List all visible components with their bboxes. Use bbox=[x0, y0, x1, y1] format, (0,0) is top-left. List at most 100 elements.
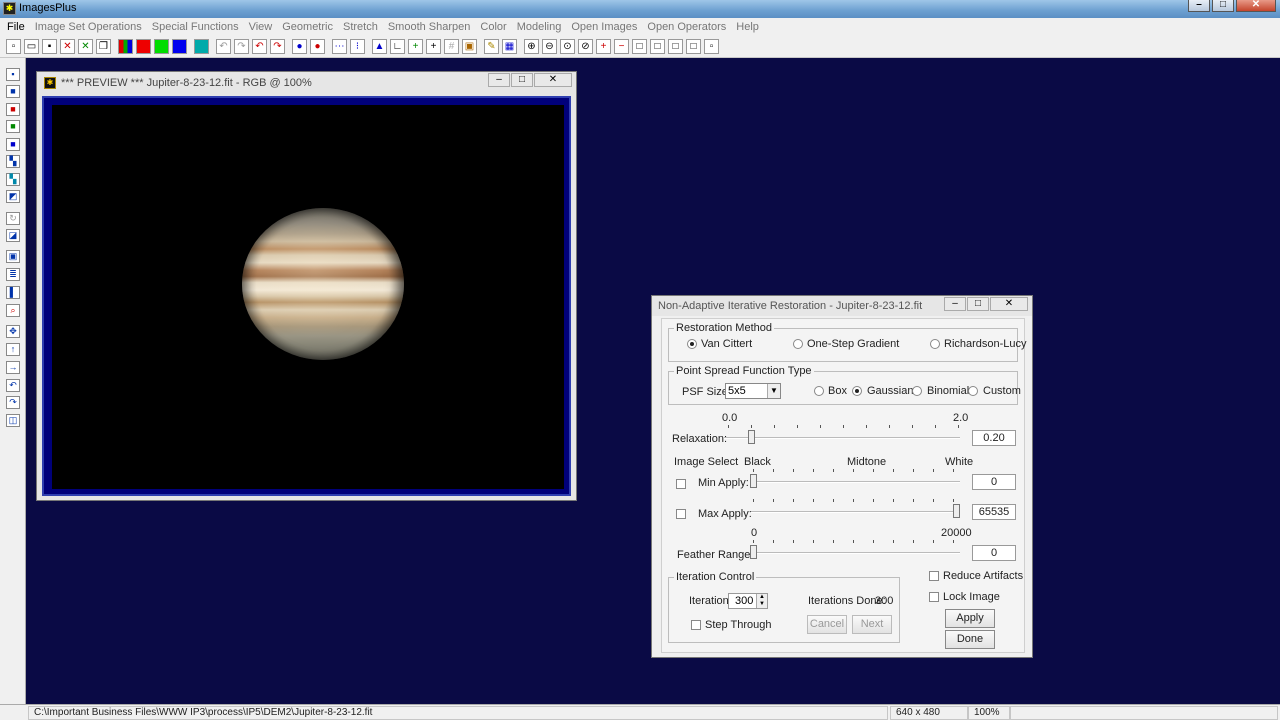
select-tool-icon[interactable]: ▣ bbox=[6, 250, 20, 263]
min-apply-slider-track[interactable] bbox=[751, 481, 960, 483]
frame-icon-4[interactable]: □ bbox=[686, 39, 701, 54]
green-tool-icon[interactable]: ■ bbox=[6, 120, 20, 133]
frame-icon-2[interactable]: □ bbox=[650, 39, 665, 54]
maximize-button[interactable]: □ bbox=[1212, 0, 1234, 12]
black-point-icon[interactable]: ■ bbox=[6, 85, 20, 98]
dotted-line-icon[interactable]: ⋯ bbox=[332, 39, 347, 54]
record-icon[interactable]: ● bbox=[292, 39, 307, 54]
diagonal-tool-icon[interactable]: ◪ bbox=[6, 229, 20, 242]
open-folder-icon[interactable]: ▭ bbox=[24, 39, 39, 54]
radio-box[interactable] bbox=[814, 386, 824, 396]
zoom-tool-icon[interactable]: ⌕ bbox=[6, 304, 20, 317]
close-image-icon[interactable]: ✕ bbox=[60, 39, 75, 54]
rgb-channels-icon[interactable] bbox=[118, 39, 133, 54]
dialog-maximize-button[interactable]: □ bbox=[967, 297, 989, 311]
menu-smooth-sharpen[interactable]: Smooth Sharpen bbox=[383, 21, 476, 33]
radio-van-cittert[interactable] bbox=[687, 339, 697, 349]
grid-icon[interactable] bbox=[194, 39, 209, 54]
done-button[interactable]: Done bbox=[945, 630, 995, 649]
pencil-icon[interactable]: ✎ bbox=[484, 39, 499, 54]
relaxation-slider-track[interactable] bbox=[724, 437, 960, 439]
save-tool-icon[interactable]: ▪ bbox=[6, 68, 20, 81]
dialog-title-bar[interactable]: Non-Adaptive Iterative Restoration - Jup… bbox=[652, 296, 1032, 316]
rotate-right-icon[interactable]: ↷ bbox=[6, 396, 20, 409]
rotate-left-icon[interactable]: ↶ bbox=[6, 379, 20, 392]
min-apply-value-field[interactable]: 0 bbox=[972, 474, 1016, 490]
rotate-tool-icon[interactable]: ↻ bbox=[6, 212, 20, 225]
zoom-out-icon[interactable]: ⊖ bbox=[542, 39, 557, 54]
preview-maximize-button[interactable]: □ bbox=[511, 73, 533, 87]
frame-icon-1[interactable]: □ bbox=[632, 39, 647, 54]
subtract-icon[interactable]: − bbox=[614, 39, 629, 54]
crosshair-icon[interactable]: + bbox=[408, 39, 423, 54]
frame-icon-5[interactable]: ▫ bbox=[704, 39, 719, 54]
radio-custom[interactable] bbox=[968, 386, 978, 396]
arrow-right-icon[interactable]: → bbox=[6, 361, 20, 374]
red-channel-icon[interactable] bbox=[136, 39, 151, 54]
max-apply-value-field[interactable]: 65535 bbox=[972, 504, 1016, 520]
preview-close-button[interactable]: ✕ bbox=[534, 73, 572, 87]
reduce-artifacts-checkbox[interactable] bbox=[929, 571, 939, 581]
chevron-down-icon[interactable]: ▼ bbox=[767, 384, 780, 398]
zoom-fit-icon[interactable]: ⊙ bbox=[560, 39, 575, 54]
radio-binomial[interactable] bbox=[912, 386, 922, 396]
grid-overlay-icon[interactable]: # bbox=[444, 39, 459, 54]
table-icon[interactable]: ▦ bbox=[502, 39, 517, 54]
save-icon[interactable]: ▪ bbox=[42, 39, 57, 54]
preview-image[interactable] bbox=[52, 105, 564, 489]
new-file-icon[interactable]: ▫ bbox=[6, 39, 21, 54]
max-apply-slider-thumb[interactable] bbox=[953, 504, 960, 518]
relaxation-slider-thumb[interactable] bbox=[748, 430, 755, 444]
black-tool-icon[interactable]: ▌ bbox=[6, 286, 20, 299]
redo-all-icon[interactable]: ↷ bbox=[270, 39, 285, 54]
relaxation-value-field[interactable]: 0.20 bbox=[972, 430, 1016, 446]
zoom-in-icon[interactable]: ⊕ bbox=[524, 39, 539, 54]
dialog-minimize-button[interactable]: – bbox=[944, 297, 966, 311]
blue-tool-icon[interactable]: ■ bbox=[6, 138, 20, 151]
blue-channel-icon[interactable] bbox=[172, 39, 187, 54]
dialog-close-button[interactable]: ✕ bbox=[990, 297, 1028, 311]
layer-tool-icon[interactable]: ▚ bbox=[6, 155, 20, 168]
spinner-arrows-icon[interactable]: ▲ ▼ bbox=[756, 594, 767, 608]
arrow-up-icon[interactable]: ↑ bbox=[6, 343, 20, 356]
preview-title-bar[interactable]: ✱ *** PREVIEW *** Jupiter-8-23-12.fit - … bbox=[37, 72, 576, 94]
min-apply-checkbox[interactable] bbox=[676, 479, 686, 489]
feather-slider-track[interactable] bbox=[751, 552, 960, 554]
menu-open-images[interactable]: Open Images bbox=[566, 21, 642, 33]
psf-size-select[interactable]: 5x5 ▼ bbox=[725, 383, 781, 399]
close-all-icon[interactable]: ✕ bbox=[78, 39, 93, 54]
undo-all-icon[interactable]: ↶ bbox=[252, 39, 267, 54]
menu-special-functions[interactable]: Special Functions bbox=[147, 21, 244, 33]
menu-color[interactable]: Color bbox=[475, 21, 511, 33]
add-icon[interactable]: + bbox=[596, 39, 611, 54]
next-button[interactable]: Next bbox=[852, 615, 892, 634]
menu-stretch[interactable]: Stretch bbox=[338, 21, 383, 33]
redo-icon[interactable]: ↷ bbox=[234, 39, 249, 54]
histogram-icon[interactable]: ▲ bbox=[372, 39, 387, 54]
close-button[interactable]: ✕ bbox=[1236, 0, 1276, 12]
stop-record-icon[interactable]: ● bbox=[310, 39, 325, 54]
radio-richardson-lucy[interactable] bbox=[930, 339, 940, 349]
red-tool-icon[interactable]: ■ bbox=[6, 103, 20, 116]
max-apply-slider-track[interactable] bbox=[751, 511, 960, 513]
minimize-button[interactable]: – bbox=[1188, 0, 1210, 12]
image-info-icon[interactable]: ▣ bbox=[462, 39, 477, 54]
feather-value-field[interactable]: 0 bbox=[972, 545, 1016, 561]
dotted-select-icon[interactable]: ⁝ bbox=[350, 39, 365, 54]
move-tool-icon[interactable]: ✥ bbox=[6, 325, 20, 338]
mirror-icon[interactable]: ◫ bbox=[6, 414, 20, 427]
green-channel-icon[interactable] bbox=[154, 39, 169, 54]
corner-icon[interactable]: ∟ bbox=[390, 39, 405, 54]
menu-modeling[interactable]: Modeling bbox=[512, 21, 567, 33]
zoom-actual-icon[interactable]: ⊘ bbox=[578, 39, 593, 54]
menu-view[interactable]: View bbox=[244, 21, 278, 33]
feather-slider-thumb[interactable] bbox=[750, 545, 757, 559]
invert-tool-icon[interactable]: ◩ bbox=[6, 190, 20, 203]
copy-icon[interactable]: ❐ bbox=[96, 39, 111, 54]
iterations-spinner[interactable]: 300 ▲ ▼ bbox=[728, 593, 768, 609]
undo-icon[interactable]: ↶ bbox=[216, 39, 231, 54]
menu-help[interactable]: Help bbox=[731, 21, 764, 33]
cyan-tool-icon[interactable]: ▚ bbox=[6, 173, 20, 186]
step-through-checkbox[interactable] bbox=[691, 620, 701, 630]
max-apply-checkbox[interactable] bbox=[676, 509, 686, 519]
